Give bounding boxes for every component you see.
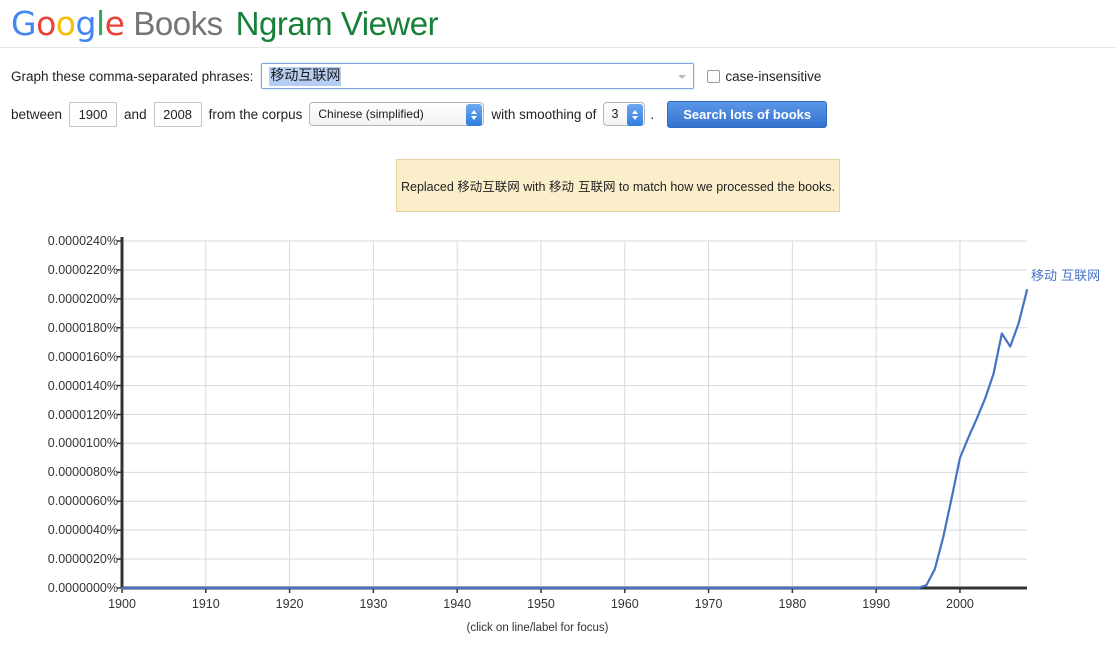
case-insensitive-checkbox[interactable] [707,69,721,83]
year-start-input[interactable]: 1900 [69,101,118,127]
y-axis-tick-label: 0.0000020% [47,552,118,567]
chart-footnote-text: (click on line/label for focus) [466,622,609,634]
logo-ngram-viewer-word: Ngram Viewer [235,5,439,42]
y-axis-tick-label: 0.0000160% [47,349,118,364]
y-axis-tick-label: 0.0000120% [47,407,118,422]
logo-letter-o1: o [36,4,56,43]
x-axis-tick-label: 1960 [610,597,639,611]
x-axis-tick-label: 2000 [946,597,974,611]
logo-letter-e: e [104,4,125,43]
query-row: Graph these comma-separated phrases: 移动互… [11,63,821,89]
stepper-icon[interactable] [627,104,644,126]
notice-original-phrase: 移动互联网 [457,179,520,194]
x-axis-tick-label: 1920 [275,597,304,611]
x-axis-tick-label: 1900 [108,597,136,611]
y-axis-tick-label: 0.0000100% [47,436,118,451]
y-axis-tick-label: 0.0000140% [47,378,118,393]
notice-middle: with [519,180,549,194]
logo-letter-g2: g [75,4,96,43]
corpus-select[interactable]: Chinese (simplified) [309,102,485,126]
y-axis-tick-label: 0.0000060% [47,494,118,509]
and-label: and [124,106,147,122]
smoothing-select-value: 3 [611,107,619,121]
replacement-notice: Replaced 移动互联网 with 移动 互联网 to match how … [396,159,840,212]
stepper-icon[interactable] [466,104,483,126]
x-axis-tick-label: 1970 [694,597,723,611]
params-row: between 1900 and 2008 from the corpus Ch… [11,100,828,128]
case-insensitive-label: case-insensitive [725,68,822,84]
logo-letter-o2: o [55,4,76,43]
between-label: between [11,106,63,122]
x-axis-tick-label: 1990 [862,597,891,611]
y-axis-tick-label: 0.0000220% [47,262,118,277]
x-axis-tick-label: 1930 [359,597,388,611]
y-axis-tick-label: 0.0000080% [47,465,118,480]
y-axis-tick-label: 0.0000180% [47,320,118,335]
x-axis-tick-label: 1940 [443,597,472,611]
app-header: Google Books Ngram Viewer [0,0,1115,48]
notice-replacement-phrase: 移动 互联网 [548,179,616,194]
chevron-down-icon[interactable] [678,75,687,79]
chart-footnote: (click on line/label for focus) [0,622,1115,634]
x-axis-tick-label: 1980 [778,597,807,611]
x-axis-tick-label: 1910 [191,597,220,611]
smoothing-label: with smoothing of [491,106,597,122]
query-label: Graph these comma-separated phrases: [11,68,254,84]
notice-suffix: to match how we processed the books. [615,180,836,194]
ngram-viewer-page: Google Books Ngram Viewer Graph these comm… [0,0,1115,647]
notice-text: Replaced 移动互联网 with 移动 互联网 to match how … [401,176,835,195]
y-axis-tick-label: 0.0000000% [47,581,118,595]
logo-letter-l: l [95,4,105,43]
period-text: . [650,106,655,122]
phrase-input[interactable]: 移动互联网 [261,63,695,89]
smoothing-select[interactable]: 3 [603,102,646,126]
chart-plot-area[interactable] [0,226,1115,616]
ngram-chart: 0.0000000% 0.0000020% 0.0000040% 0.0000060%… [0,226,1115,646]
y-axis-tick-label: 0.0000040% [47,523,118,538]
corpus-select-value: Chinese (simplified) [318,107,424,121]
search-button[interactable]: Search lots of books [667,100,828,128]
case-insensitive-control[interactable]: case-insensitive [707,69,821,84]
logo-books-word: Books [133,5,223,42]
year-end-input[interactable]: 2008 [153,101,202,127]
notice-prefix: Replaced [400,180,458,194]
series-label-yidong-hulianwang[interactable]: 移动 互联网 [1031,265,1100,284]
logo-letter-g1: G [11,4,37,43]
google-books-ngram-logo[interactable]: Google Books Ngram Viewer [11,4,439,43]
y-axis-tick-label: 0.0000240% [47,234,118,248]
corpus-label: from the corpus [208,106,303,122]
x-axis-tick-label: 1950 [527,597,555,611]
y-axis-tick-label: 0.0000200% [47,291,118,306]
phrase-input-value: 移动互联网 [269,66,342,86]
